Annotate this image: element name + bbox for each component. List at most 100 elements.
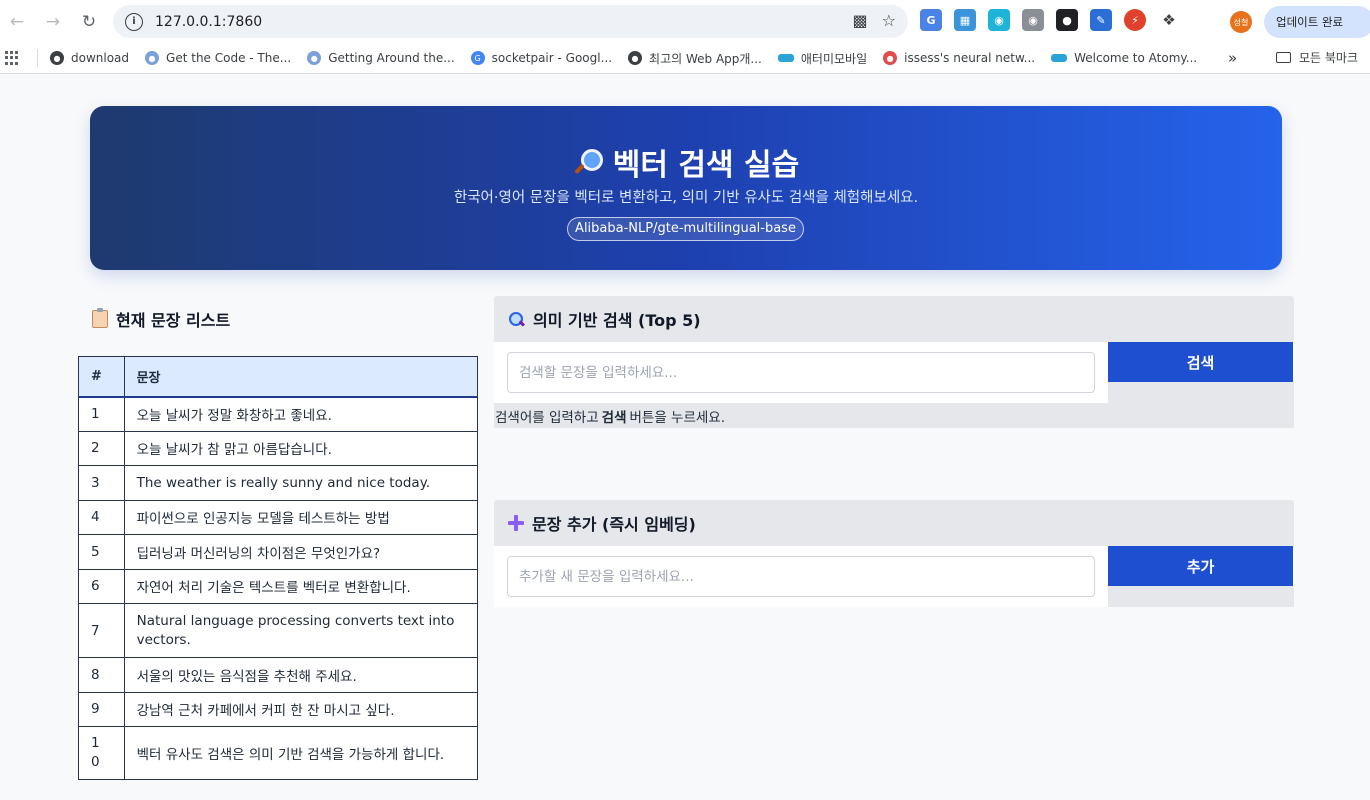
bookmark-item[interactable]: Gsocketpair - Googl... <box>470 51 613 65</box>
search-panel-body: 검색 <box>494 342 1294 403</box>
row-number: 8 <box>78 657 125 693</box>
table-row[interactable]: 5 딥러닝과 머신러닝의 차이점은 무엇인가요? <box>78 534 479 570</box>
search-hint-before: 검색어를 입력하고 <box>495 409 599 426</box>
bookmark-item[interactable]: ● issess's neural netw... <box>883 51 1035 65</box>
model-badge: Alibaba-NLP/gte-multilingual-base <box>567 217 804 241</box>
add-sentence-input[interactable] <box>507 556 1095 597</box>
search-input[interactable] <box>507 352 1095 393</box>
table-row[interactable]: 8 서울의 맛있는 음식점을 추천해 주세요. <box>78 657 479 693</box>
table-row[interactable]: 10 벡터 유사도 검색은 의미 기반 검색을 가능하게 합니다. <box>78 726 479 780</box>
row-sentence: 딥러닝과 머신러닝의 차이점은 무엇인가요? <box>123 534 479 570</box>
bookmark-item[interactable]: ● Getting Around the... <box>307 51 455 65</box>
globe-icon: ● <box>628 51 643 65</box>
row-sentence: 서울의 맛있는 음식점을 추천해 주세요. <box>123 657 479 693</box>
row-number: 6 <box>78 568 125 604</box>
row-number: 2 <box>78 430 125 466</box>
color-extension-icon[interactable]: ◉ <box>988 9 1010 31</box>
translate-extension-icon[interactable]: G <box>920 9 942 31</box>
browser-toolbar: ← → ↻ i 127.0.0.1:7860 ▩ ☆ G ▦ ◉ ◉ ● ✎ ⚡… <box>0 0 1370 43</box>
magnifier-icon <box>573 147 603 177</box>
bookmark-separator <box>37 49 38 67</box>
button-spacer <box>1108 586 1294 607</box>
table-row[interactable]: 9 강남역 근처 카페에서 커피 한 잔 마시고 싶다. <box>78 691 479 727</box>
google-icon: G <box>470 51 485 65</box>
bookmark-item[interactable]: ● download <box>50 51 129 65</box>
bookmark-label: socketpair - Googl... <box>491 51 613 65</box>
address-bar[interactable]: i 127.0.0.1:7860 ▩ ☆ <box>113 5 908 38</box>
folder-icon <box>1276 52 1291 63</box>
add-panel-header: 문장 추가 (즉시 임베딩) <box>494 500 1294 546</box>
column-header-sentence[interactable]: 문장 <box>123 356 479 398</box>
bookmark-item[interactable]: Welcome to Atomy... <box>1051 51 1197 65</box>
clipboard-icon <box>92 308 108 328</box>
table-row[interactable]: 6 자연어 처리 기술은 텍스트를 벡터로 변환합니다. <box>78 568 479 604</box>
bookmark-label: Getting Around the... <box>328 51 455 65</box>
site-info-icon[interactable]: i <box>125 12 143 31</box>
row-number: 3 <box>78 465 125 501</box>
bookmark-star-icon[interactable]: ☆ <box>882 11 896 30</box>
search-hint: 검색어를 입력하고 검색 버튼을 누르세요. <box>494 403 1294 428</box>
edit-extension-icon[interactable]: ✎ <box>1090 9 1112 31</box>
address-url[interactable]: 127.0.0.1:7860 <box>155 14 262 30</box>
bookmark-label: Get the Code - The... <box>166 51 292 65</box>
flash-extension-icon[interactable]: ⚡ <box>1124 9 1146 31</box>
table-row[interactable]: 7 Natural language processing converts te… <box>78 603 479 658</box>
row-number: 4 <box>78 499 125 535</box>
add-sentence-panel: 문장 추가 (즉시 임베딩) 추가 <box>494 500 1294 607</box>
table-row[interactable]: 3 The weather is really sunny and nice to… <box>78 465 479 501</box>
globe-icon: ● <box>50 51 64 65</box>
atomy-icon <box>1051 54 1068 62</box>
camera-extension-icon[interactable]: ◉ <box>1022 9 1044 31</box>
table-row[interactable]: 2 오늘 날씨가 참 맑고 아름답습니다. <box>78 430 479 466</box>
add-panel-title: 문장 추가 (즉시 임베딩) <box>532 515 696 534</box>
row-sentence: 오늘 날씨가 정말 화창하고 좋네요. <box>123 396 479 432</box>
row-sentence: 자연어 처리 기술은 텍스트를 벡터로 변환합니다. <box>123 568 479 604</box>
row-sentence: 오늘 날씨가 참 맑고 아름답습니다. <box>123 430 479 466</box>
forward-arrow-icon[interactable]: → <box>40 9 66 35</box>
bookmark-label: 애터미모바일 <box>800 51 868 66</box>
row-number: 5 <box>78 534 125 570</box>
add-button[interactable]: 추가 <box>1108 546 1293 586</box>
search-button[interactable]: 검색 <box>1108 342 1293 382</box>
mask-extension-icon[interactable]: ● <box>1056 9 1078 31</box>
search-hint-bold: 검색 <box>601 409 627 426</box>
back-arrow-icon[interactable]: ← <box>4 9 30 35</box>
bookmark-item[interactable]: ● Get the Code - The... <box>145 51 291 65</box>
row-sentence: 강남역 근처 카페에서 커피 한 잔 마시고 싶다. <box>123 691 479 727</box>
atomy-icon <box>777 54 794 62</box>
row-number: 9 <box>78 691 125 727</box>
apps-grid-icon[interactable] <box>5 51 19 65</box>
bookmark-item[interactable]: 애터미모바일 <box>777 50 868 67</box>
bookmark-label: download <box>71 51 130 65</box>
page-title: 벡터 검색 실습 <box>90 140 1282 184</box>
grid-extension-icon[interactable]: ▦ <box>954 9 976 31</box>
more-bookmarks-icon[interactable]: » <box>1228 49 1237 67</box>
add-panel-body: 추가 <box>494 546 1294 607</box>
row-number: 10 <box>78 726 125 780</box>
all-bookmarks-folder[interactable]: 모든 북마크 <box>1276 49 1358 66</box>
row-sentence: The weather is really sunny and nice tod… <box>123 465 479 501</box>
reload-icon[interactable]: ↻ <box>76 9 102 35</box>
bookmark-label: issess's neural netw... <box>904 51 1036 65</box>
page-subtitle: 한국어·영어 문장을 벡터로 변환하고, 의미 기반 유사도 검색을 체험해보세… <box>453 190 919 206</box>
page-title-text: 벡터 검색 실습 <box>612 148 800 183</box>
search-hint-after: 버튼을 누르세요. <box>629 409 726 426</box>
search-panel-title: 의미 기반 검색 (Top 5) <box>533 311 701 330</box>
sentence-table: # 문장 1 오늘 날씨가 정말 화창하고 좋네요. 2 오늘 날씨가 참 맑고 아… <box>78 356 479 780</box>
neural-icon: ● <box>883 51 898 65</box>
chrome-icon: ● <box>307 51 322 65</box>
column-header-num[interactable]: # <box>78 356 125 398</box>
bookmark-item[interactable]: ● 최고의 Web App개... <box>628 50 762 67</box>
table-row[interactable]: 4 파이썬으로 인공지능 모델을 테스트하는 방법 <box>78 499 479 535</box>
row-sentence: 파이썬으로 인공지능 모델을 테스트하는 방법 <box>123 499 479 535</box>
row-number: 7 <box>78 603 125 658</box>
install-app-icon[interactable]: ▩ <box>853 11 868 30</box>
puzzle-extensions-icon[interactable]: ❖ <box>1158 9 1180 31</box>
sentence-list-title-text: 현재 문장 리스트 <box>116 311 231 330</box>
update-button[interactable]: 업데이트 완료 <box>1264 6 1370 38</box>
profile-avatar[interactable]: 성철 <box>1230 11 1252 33</box>
search-panel: 의미 기반 검색 (Top 5) 검색 검색어를 입력하고 검색 버튼을 누르세… <box>494 296 1294 428</box>
bookmarks-bar: ● download ● Get the Code - The... ● Gettin… <box>0 43 1370 74</box>
plus-icon <box>508 515 524 531</box>
table-row[interactable]: 1 오늘 날씨가 정말 화창하고 좋네요. <box>78 396 479 432</box>
